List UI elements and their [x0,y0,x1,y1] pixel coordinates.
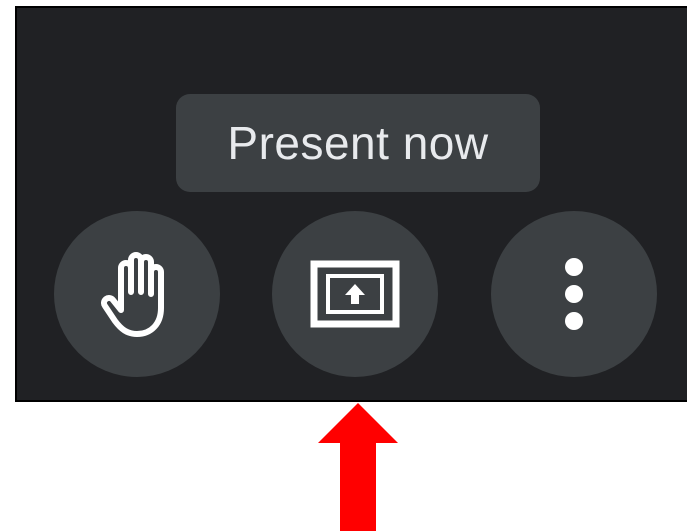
present-screen-icon [308,258,402,330]
hand-icon [97,248,177,340]
more-vert-icon [559,257,589,331]
more-options-button[interactable] [491,211,657,377]
screenshot-stage: Present now [0,0,687,531]
annotation-arrow-up-icon [318,403,398,531]
present-now-button[interactable] [272,211,438,377]
tooltip-text: Present now [227,117,489,169]
raise-hand-button[interactable] [54,211,220,377]
present-now-tooltip: Present now [176,94,540,192]
meeting-controls-panel: Present now [15,6,687,402]
